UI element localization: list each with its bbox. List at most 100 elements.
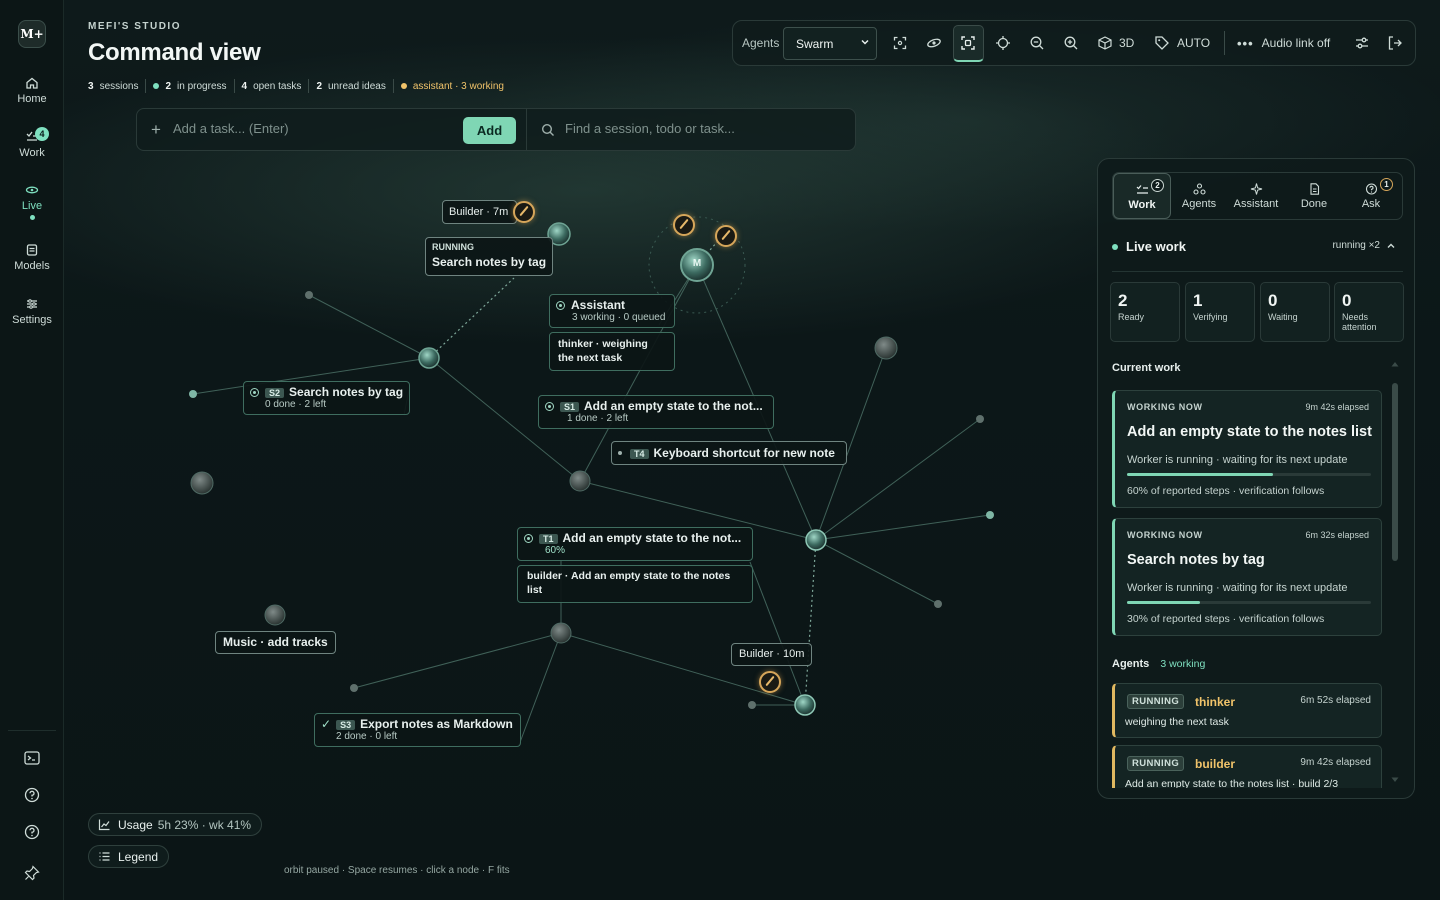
running-tag: RUNNING <box>432 242 474 252</box>
assistant-node-letter[interactable]: M <box>689 258 705 269</box>
search-input[interactable]: Find a session, todo or task... <box>565 121 735 136</box>
toggle-3d-button[interactable]: 3D <box>1097 21 1134 65</box>
live-icon <box>25 186 39 194</box>
session-sub: 0 done · 2 left <box>265 399 327 410</box>
sidebar-item-models[interactable]: Models <box>0 243 64 272</box>
audio-link-button[interactable]: ••• Audio link off <box>1237 21 1330 65</box>
task-t1-card[interactable]: T1 Add an empty state to the not... 60% <box>517 527 753 561</box>
agents-icon <box>1192 183 1206 195</box>
builder-avatar-bottom[interactable] <box>759 671 781 693</box>
toolbar-divider <box>1224 31 1225 55</box>
work-progress-bar <box>1127 473 1371 476</box>
work-badge: 4 <box>35 127 49 141</box>
terminal-icon[interactable] <box>23 749 41 767</box>
task-t4-card[interactable]: T4 Keyboard shortcut for new note <box>611 441 847 465</box>
exit-icon <box>1388 36 1402 50</box>
scroll-up-icon[interactable] <box>1391 361 1399 367</box>
tab-work[interactable]: Work 2 <box>1113 173 1171 219</box>
question-icon[interactable] <box>23 823 41 841</box>
exit-button[interactable] <box>1387 21 1403 65</box>
sidebar-item-work[interactable]: 4 Work <box>0 127 64 159</box>
legend-label: Legend <box>118 849 159 864</box>
session-tag: S1 <box>560 402 580 412</box>
tab-done[interactable]: Done <box>1285 173 1343 219</box>
agent-card[interactable]: RUNNING thinker 6m 52s elapsed weighing … <box>1112 683 1382 738</box>
work-card-status: Worker is running · waiting for its next… <box>1127 454 1348 466</box>
tab-assistant[interactable]: Assistant <box>1227 173 1285 219</box>
count-number: 2 <box>1118 291 1128 310</box>
live-status: running ×2 <box>1332 240 1380 251</box>
tab-badge: 1 <box>1380 178 1393 191</box>
running-title: Search notes by tag <box>432 255 547 269</box>
usage-value: 5h 23% · wk 41% <box>157 817 252 832</box>
pin-icon[interactable] <box>23 864 41 882</box>
orbit-button[interactable] <box>926 21 942 65</box>
thinker-card[interactable]: thinker · weighing the next task <box>549 332 675 371</box>
count-verifying[interactable]: 1 Verifying <box>1185 282 1255 342</box>
tab-label: Done <box>1300 198 1328 210</box>
builder-avatar-top[interactable] <box>513 201 535 223</box>
stat-assistant: assistant · 3 working <box>392 79 511 93</box>
sidebar-item-settings[interactable]: Settings <box>0 297 64 326</box>
agent-avatar-1[interactable] <box>673 214 695 236</box>
auto-label-button[interactable]: AUTO <box>1154 21 1210 65</box>
music-node-label[interactable]: Music · add tracks <box>215 631 336 654</box>
audio-link-label: Audio link off <box>1261 36 1331 50</box>
taskbar-divider <box>526 109 527 150</box>
zoom-in-button[interactable] <box>1063 21 1079 65</box>
usage-pill[interactable]: Usage 5h 23% · wk 41% <box>88 813 263 836</box>
app-logo[interactable]: M+ <box>18 20 46 48</box>
agent-avatar-2[interactable] <box>715 225 737 247</box>
document-icon <box>1309 183 1319 195</box>
locate-button[interactable] <box>995 21 1011 65</box>
live-work-toggle[interactable]: running ×2 <box>1332 240 1396 251</box>
count-number: 1 <box>1193 291 1203 310</box>
focus-frame-icon <box>893 36 907 50</box>
legend-pill[interactable]: Legend <box>88 845 170 868</box>
assistant-dot <box>400 83 407 89</box>
chart-icon <box>98 819 110 831</box>
orbit-icon <box>927 38 941 48</box>
panel-scrollbar[interactable] <box>1391 362 1399 784</box>
tab-agents[interactable]: Agents <box>1170 173 1228 219</box>
assistant-sub: 3 working · 0 queued <box>572 312 666 323</box>
count-needs-attention[interactable]: 0 Needs attention <box>1334 282 1404 342</box>
fit-view-button[interactable] <box>893 21 907 65</box>
agents-select[interactable]: Swarm <box>783 27 877 60</box>
session-stats: 3 sessions 2 in progress 4 open tasks 2 unre… <box>88 79 511 93</box>
panel-tabs: Work 2 Agents Assistant Done Ask 1 <box>1112 172 1403 220</box>
zoom-in-icon <box>1064 36 1078 50</box>
sidebar-item-live[interactable]: Live <box>0 183 64 220</box>
work-card-eyebrow: WORKING NOW <box>1127 402 1203 412</box>
stat-sessions: 3 sessions <box>88 80 139 92</box>
session-ring-icon <box>250 388 259 397</box>
session-s1-card[interactable]: S1 Add an empty state to the not... 1 don… <box>538 395 774 429</box>
tab-badge: 2 <box>1151 179 1164 192</box>
add-task-button[interactable]: Add <box>463 117 516 144</box>
scroll-down-icon[interactable] <box>1391 777 1399 783</box>
session-title: Search notes by tag <box>289 385 404 399</box>
add-task-input[interactable]: Add a task... (Enter) <box>173 121 289 136</box>
session-s3-card[interactable]: ✓ S3 Export notes as Markdown 2 done · 0 l… <box>314 713 521 747</box>
running-session-card[interactable]: RUNNING Search notes by tag <box>425 237 554 276</box>
work-card[interactable]: WORKING NOW 6m 32s elapsed Search notes … <box>1112 518 1382 636</box>
zoom-out-button[interactable] <box>1029 21 1045 65</box>
builder-label-bottom[interactable]: Builder · 10m <box>731 643 813 666</box>
help-icon[interactable] <box>23 786 41 804</box>
keyboard-hint: orbit paused · Space resumes · click a n… <box>284 865 510 876</box>
assistant-card[interactable]: Assistant 3 working · 0 queued <box>549 294 675 328</box>
stat-open-tasks: 4 open tasks <box>233 79 309 93</box>
scrollbar-thumb[interactable] <box>1392 383 1398 561</box>
sidebar-item-home[interactable]: Home <box>0 76 64 105</box>
work-card[interactable]: WORKING NOW 9m 42s elapsed Add an empty … <box>1112 390 1382 508</box>
agent-card[interactable]: RUNNING builder 9m 42s elapsed Add an em… <box>1112 745 1382 788</box>
builder-task-card[interactable]: builder · Add an empty state to the note… <box>517 565 753 603</box>
count-ready[interactable]: 2 Ready <box>1110 282 1180 342</box>
task-tag: T1 <box>539 534 558 544</box>
builder-label-top[interactable]: Builder · 7m <box>442 200 518 224</box>
adjust-button[interactable] <box>1354 21 1370 65</box>
capture-view-button[interactable] <box>960 21 976 65</box>
tab-ask[interactable]: Ask 1 <box>1342 173 1400 219</box>
count-waiting[interactable]: 0 Waiting <box>1260 282 1330 342</box>
session-s2-card[interactable]: S2 Search notes by tag 0 done · 2 left <box>243 381 410 415</box>
